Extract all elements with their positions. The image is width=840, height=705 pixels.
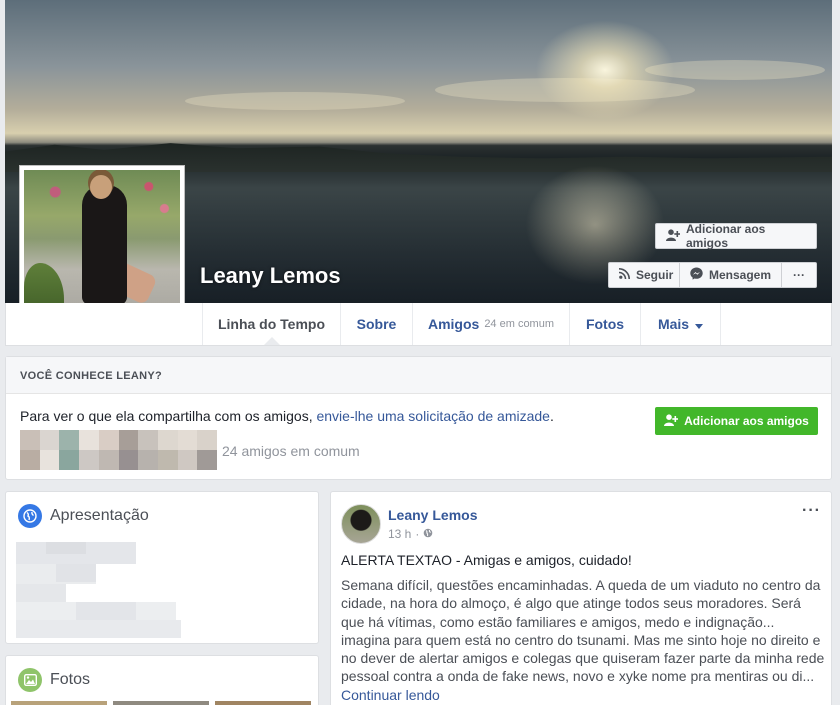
more-options-button[interactable]: ··· xyxy=(782,262,817,288)
intro-card: Apresentação xyxy=(5,491,319,644)
globe-icon xyxy=(423,527,433,541)
photo-thumbnails[interactable] xyxy=(11,701,311,705)
mutual-friend-thumbnail[interactable] xyxy=(197,430,217,450)
message-label: Mensagem xyxy=(709,268,772,282)
profile-nav: Linha do Tempo Sobre Amigos 24 em comum … xyxy=(5,303,832,346)
know-person-box: VOCÊ CONHECE LEANY? Para ver o que ela c… xyxy=(5,356,832,480)
mutual-friend-thumbnail[interactable] xyxy=(39,450,60,470)
photo-icon xyxy=(18,668,42,692)
mutual-friend-thumbnail[interactable] xyxy=(177,450,198,470)
tab-friends[interactable]: Amigos 24 em comum xyxy=(413,303,570,345)
mutual-friend-thumbnail[interactable] xyxy=(79,430,99,450)
intro-title-label: Apresentação xyxy=(50,507,149,524)
add-friend-green-label: Adicionar aos amigos xyxy=(684,414,809,428)
post-author-name[interactable]: Leany Lemos xyxy=(388,507,477,523)
photos-title-label: Fotos xyxy=(50,671,91,688)
add-friend-green-button[interactable]: Adicionar aos amigos xyxy=(655,407,818,435)
follow-label: Seguir xyxy=(636,268,674,282)
globe-icon xyxy=(18,504,42,528)
mutual-friend-thumbnail[interactable] xyxy=(157,450,178,470)
mutual-friend-thumbnail[interactable] xyxy=(138,430,158,450)
add-friend-icon xyxy=(666,228,681,244)
follow-button[interactable]: Seguir xyxy=(608,262,680,288)
active-tab-indicator xyxy=(264,337,280,345)
tab-photos[interactable]: Fotos xyxy=(570,303,641,345)
mutual-friend-thumbnail[interactable] xyxy=(118,430,139,450)
post-card: Leany Lemos 13 h · ··· ALERTA TEXTAO - A… xyxy=(330,491,832,705)
know-person-text: Para ver o que ela compartilha com os am… xyxy=(20,408,554,424)
mutual-friends-count[interactable]: 24 amigos em comum xyxy=(222,443,360,459)
mutual-friends-thumbnails[interactable] xyxy=(20,430,217,470)
photos-title: Fotos xyxy=(18,668,90,692)
know-person-heading: VOCÊ CONHECE LEANY? xyxy=(6,357,831,394)
profile-name[interactable]: Leany Lemos xyxy=(200,263,341,289)
mutual-friend-thumbnail[interactable] xyxy=(197,450,217,470)
mutual-friend-thumbnail[interactable] xyxy=(98,450,119,470)
mutual-friend-thumbnail[interactable] xyxy=(20,430,40,450)
post-options-button[interactable]: ··· xyxy=(802,502,821,520)
post-meta: 13 h · xyxy=(388,527,433,541)
blurred-intro-content xyxy=(16,542,181,638)
mutual-friend-thumbnail[interactable] xyxy=(98,430,119,450)
mutual-friend-thumbnail[interactable] xyxy=(118,450,139,470)
mutual-friend-thumbnail[interactable] xyxy=(20,450,40,470)
photos-card: Fotos xyxy=(5,655,319,705)
message-button[interactable]: Mensagem xyxy=(680,262,782,288)
caret-down-icon xyxy=(695,316,704,332)
mutual-friend-thumbnail[interactable] xyxy=(59,430,80,450)
add-friend-label: Adicionar aos amigos xyxy=(686,222,766,250)
intro-title: Apresentação xyxy=(18,504,149,528)
know-text-prefix: Para ver o que ela compartilha com os am… xyxy=(20,408,317,424)
mutual-friend-thumbnail[interactable] xyxy=(177,430,198,450)
tab-about[interactable]: Sobre xyxy=(341,303,413,345)
know-text-suffix: . xyxy=(549,408,554,424)
tab-friends-label: Amigos xyxy=(427,316,480,332)
tab-more-label: Mais xyxy=(657,316,690,332)
mutual-friend-thumbnail[interactable] xyxy=(39,430,60,450)
read-more-link[interactable]: Continuar lendo xyxy=(341,687,440,703)
post-body: Semana difícil, questões encaminhadas. A… xyxy=(341,577,825,685)
tab-more[interactable]: Mais xyxy=(641,303,721,345)
friends-mutual-count: 24 em comum xyxy=(484,318,555,330)
mutual-friend-thumbnail[interactable] xyxy=(59,450,80,470)
rss-icon xyxy=(618,268,630,282)
messenger-icon xyxy=(690,267,703,283)
mutual-friend-thumbnail[interactable] xyxy=(138,450,158,470)
send-request-link[interactable]: envie-lhe uma solicitação de amizade xyxy=(316,408,549,424)
post-author-avatar[interactable] xyxy=(341,504,381,544)
post-timestamp[interactable]: 13 h xyxy=(388,527,411,541)
add-friend-icon xyxy=(664,413,679,429)
post-headline: ALERTA TEXTAO - Amigas e amigos, cuidado… xyxy=(341,552,632,568)
mutual-friend-thumbnail[interactable] xyxy=(79,450,99,470)
mutual-friend-thumbnail[interactable] xyxy=(157,430,178,450)
add-friend-button[interactable]: Adicionar aos amigos xyxy=(655,222,817,250)
